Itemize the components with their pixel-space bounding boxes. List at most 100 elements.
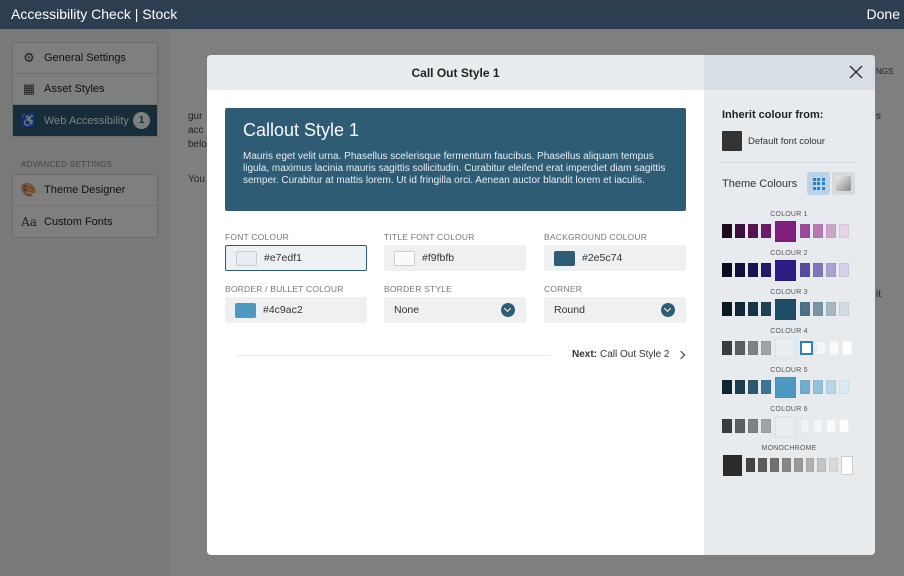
colour-swatch[interactable]	[839, 224, 849, 238]
colour-swatch[interactable]	[748, 302, 758, 316]
field-label: CORNER	[544, 284, 583, 294]
palette-6: COLOUR 6	[722, 406, 856, 437]
colour-swatch[interactable]	[775, 415, 796, 437]
close-icon[interactable]	[847, 63, 865, 81]
colour-swatch[interactable]	[722, 263, 732, 277]
colour-swatch[interactable]	[722, 380, 732, 394]
colour-swatch[interactable]	[813, 263, 823, 277]
next-prefix: Next:	[572, 349, 598, 360]
gradient-view-icon[interactable]	[832, 172, 855, 195]
next-style-label: Call Out Style 2	[600, 349, 670, 360]
select-value: None	[394, 304, 420, 316]
colour-swatch[interactable]	[813, 380, 823, 394]
call-out-style-dialog: Call Out Style 1 Callout Style 1 Mauris …	[207, 55, 875, 555]
colour-swatch[interactable]	[748, 380, 758, 394]
chevron-right-icon	[676, 350, 685, 359]
colour-swatch[interactable]	[839, 419, 849, 433]
background-colour-field: BACKGROUND COLOUR #2e5c74	[544, 232, 686, 271]
colour-swatch[interactable]	[761, 419, 771, 433]
callout-preview-title: Callout Style 1	[243, 120, 360, 140]
colour-swatch[interactable]	[800, 263, 810, 277]
font-colour-picker[interactable]: #e7edf1	[225, 245, 367, 271]
colour-swatch[interactable]	[826, 419, 836, 433]
colour-swatch[interactable]	[722, 341, 732, 355]
colour-swatch[interactable]	[826, 380, 836, 394]
colour-swatch[interactable]	[826, 224, 836, 238]
colour-swatch[interactable]	[775, 259, 796, 281]
colour-swatch[interactable]	[775, 376, 796, 398]
colour-swatch[interactable]	[841, 455, 854, 475]
colour-swatch[interactable]	[800, 380, 810, 394]
palette-row	[722, 337, 856, 359]
colour-swatch[interactable]	[813, 419, 823, 433]
colour-swatch[interactable]	[761, 224, 771, 238]
done-button[interactable]: Done	[867, 6, 900, 22]
colour-swatch[interactable]	[757, 458, 767, 472]
colour-swatch[interactable]	[839, 263, 849, 277]
colour-swatch[interactable]	[735, 302, 745, 316]
colour-value: #e7edf1	[264, 252, 302, 264]
colour-swatch[interactable]	[781, 458, 791, 472]
colour-swatch[interactable]	[722, 302, 732, 316]
colour-swatch[interactable]	[735, 341, 745, 355]
title-font-colour-field: TITLE FONT COLOUR #f9fbfb	[384, 232, 526, 271]
colour-swatch[interactable]	[761, 341, 771, 355]
colour-swatch[interactable]	[816, 341, 826, 355]
palette-row	[722, 376, 856, 398]
colour-swatch[interactable]	[761, 302, 771, 316]
colour-swatch[interactable]	[800, 302, 810, 316]
colour-value: #f9fbfb	[422, 252, 455, 264]
colour-swatch[interactable]	[748, 224, 758, 238]
colour-swatch[interactable]	[842, 341, 852, 355]
corner-select[interactable]: Round	[544, 297, 686, 323]
colour-swatch[interactable]	[761, 263, 771, 277]
border-style-select[interactable]: None	[384, 297, 526, 323]
colour-swatch[interactable]	[735, 263, 745, 277]
title-font-colour-picker[interactable]: #f9fbfb	[384, 245, 526, 271]
colour-swatch[interactable]	[748, 341, 758, 355]
chevron-down-icon	[661, 303, 675, 317]
colour-swatch[interactable]	[735, 380, 745, 394]
colour-swatch[interactable]	[800, 341, 813, 355]
colour-swatch[interactable]	[793, 458, 803, 472]
colour-swatch[interactable]	[800, 419, 810, 433]
colour-swatch[interactable]	[805, 458, 815, 472]
colour-swatch[interactable]	[813, 224, 823, 238]
palette-4: COLOUR 4	[722, 328, 856, 359]
colour-swatch[interactable]	[826, 302, 836, 316]
colour-swatch[interactable]	[723, 454, 742, 476]
colour-swatch[interactable]	[839, 302, 849, 316]
colour-swatch[interactable]	[813, 302, 823, 316]
colour-swatch	[394, 250, 415, 266]
next-style-link[interactable]: Next: Call Out Style 2	[572, 349, 685, 360]
grid-view-icon[interactable]	[807, 172, 830, 195]
border-colour-picker[interactable]: #4c9ac2	[225, 297, 367, 323]
colour-swatch[interactable]	[775, 298, 796, 320]
default-font-colour-swatch[interactable]	[722, 131, 742, 151]
colour-swatch[interactable]	[829, 458, 839, 472]
colour-swatch[interactable]	[817, 458, 827, 472]
colour-swatch[interactable]	[839, 380, 849, 394]
colour-swatch[interactable]	[775, 220, 796, 242]
palette-label: COLOUR 6	[770, 406, 808, 413]
background-colour-picker[interactable]: #2e5c74	[544, 245, 686, 271]
colour-swatch	[554, 250, 575, 266]
palette-3: COLOUR 3	[722, 289, 856, 320]
colour-swatch[interactable]	[761, 380, 771, 394]
dialog-header: Call Out Style 1	[207, 55, 704, 90]
default-font-colour-label: Default font colour	[748, 136, 826, 147]
colour-swatch[interactable]	[800, 224, 810, 238]
font-colour-field: FONT COLOUR #e7edf1	[225, 232, 367, 271]
colour-swatch[interactable]	[745, 458, 755, 472]
palette-row	[722, 259, 856, 281]
colour-swatch[interactable]	[775, 337, 796, 359]
colour-swatch[interactable]	[748, 419, 758, 433]
colour-swatch[interactable]	[769, 458, 779, 472]
colour-swatch[interactable]	[829, 341, 839, 355]
colour-swatch[interactable]	[735, 224, 745, 238]
colour-swatch[interactable]	[722, 224, 732, 238]
colour-swatch[interactable]	[748, 263, 758, 277]
colour-swatch[interactable]	[722, 419, 732, 433]
colour-swatch[interactable]	[735, 419, 745, 433]
colour-swatch[interactable]	[826, 263, 836, 277]
